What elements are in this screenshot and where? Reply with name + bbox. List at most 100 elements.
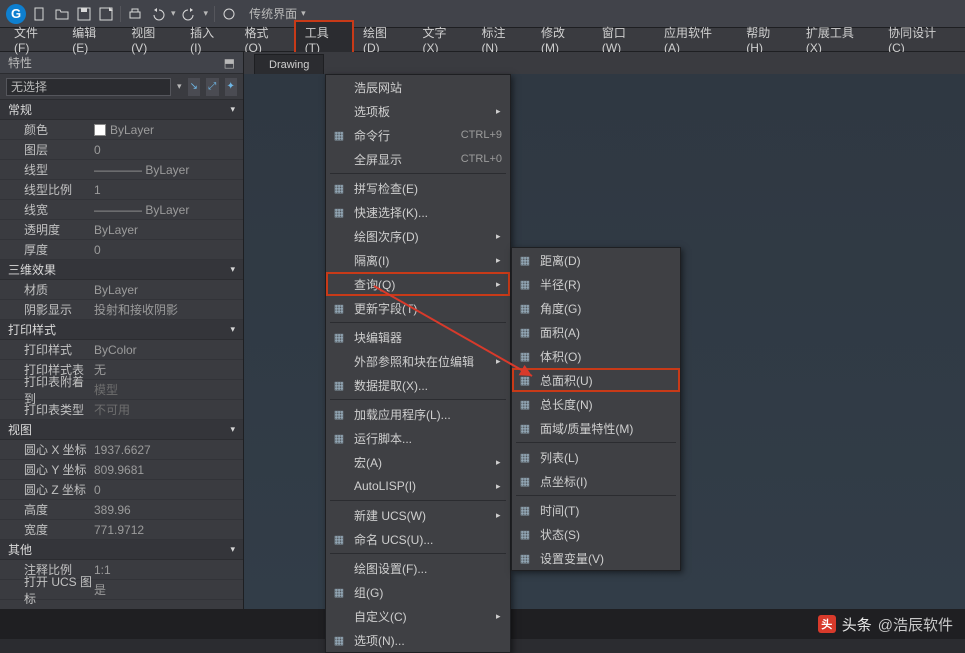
prop-row[interactable]: 打开 UCS 图标是: [0, 580, 243, 600]
prop-row[interactable]: 打印样式ByColor: [0, 340, 243, 360]
ui-style-label: 传统界面: [249, 5, 297, 22]
submenu-item-列表L[interactable]: ▦列表(L): [512, 445, 680, 469]
selection-input[interactable]: [6, 78, 171, 96]
prop-value: 0: [94, 243, 243, 257]
submenu-item-半径R[interactable]: ▦半径(R): [512, 272, 680, 296]
prop-row[interactable]: 宽度771.9712: [0, 520, 243, 540]
menu-item-新建UCSW[interactable]: 新建 UCS(W)▸: [326, 503, 510, 527]
menu-item-查询Q[interactable]: 查询(Q)▸: [326, 272, 510, 296]
submenu-item-角度G[interactable]: ▦角度(G): [512, 296, 680, 320]
menu-item-命令行[interactable]: ▦命令行CTRL+9: [326, 123, 510, 147]
prop-row[interactable]: 阴影显示投射和接收阴影: [0, 300, 243, 320]
menu-item-全屏显示[interactable]: 全屏显示CTRL+0: [326, 147, 510, 171]
tlen-icon: ▦: [512, 398, 538, 411]
section-plot[interactable]: 打印样式▾: [0, 320, 243, 340]
canvas[interactable]: 浩辰网站选项板▸▦命令行CTRL+9全屏显示CTRL+0 ▦拼写检查(E)▦快速选…: [244, 74, 965, 609]
menu-item-选项板[interactable]: 选项板▸: [326, 99, 510, 123]
undo-icon[interactable]: [149, 6, 165, 22]
print-icon[interactable]: [127, 6, 143, 22]
menu-item-更新字段T[interactable]: ▦更新字段(T): [326, 296, 510, 320]
prop-row[interactable]: 线型———— ByLayer: [0, 160, 243, 180]
prop-label: 打印样式: [0, 341, 94, 358]
saveas-icon[interactable]: [98, 6, 114, 22]
menu-item-块编辑器[interactable]: ▦块编辑器: [326, 325, 510, 349]
menu-label: 距离(D): [538, 252, 680, 269]
menu-item-绘图设置F[interactable]: 绘图设置(F)...: [326, 556, 510, 580]
menu-item-快速选择K[interactable]: ▦快速选择(K)...: [326, 200, 510, 224]
menu-label: 自定义(C): [352, 608, 496, 625]
menu-label: 新建 UCS(W): [352, 507, 496, 524]
submenu-item-设置变量V[interactable]: ▦设置变量(V): [512, 546, 680, 570]
submenu-item-体积O[interactable]: ▦体积(O): [512, 344, 680, 368]
submenu-item-状态S[interactable]: ▦状态(S): [512, 522, 680, 546]
select-icon[interactable]: ⤢: [206, 78, 218, 96]
filter-icon[interactable]: ↘: [188, 78, 200, 96]
menu-separator: [330, 173, 506, 174]
menu-item-组G[interactable]: ▦组(G): [326, 580, 510, 604]
menu-separator: [330, 322, 506, 323]
save-icon[interactable]: [76, 6, 92, 22]
prop-row[interactable]: 圆心 Z 坐标0: [0, 480, 243, 500]
prop-row[interactable]: 圆心 Y 坐标809.9681: [0, 460, 243, 480]
menu-item-隔离I[interactable]: 隔离(I)▸: [326, 248, 510, 272]
prop-row[interactable]: 图层0: [0, 140, 243, 160]
menu-文件[interactable]: 文件(F): [4, 21, 62, 58]
prop-row[interactable]: 材质ByLayer: [0, 280, 243, 300]
menu-item-数据提取X[interactable]: ▦数据提取(X)...: [326, 373, 510, 397]
highlight-icon[interactable]: ✦: [225, 78, 237, 96]
menu-item-绘图次序D[interactable]: 绘图次序(D)▸: [326, 224, 510, 248]
menu-插入[interactable]: 插入(I): [180, 21, 234, 58]
submenu-item-面域质量特性M[interactable]: ▦面域/质量特性(M): [512, 416, 680, 440]
menu-item-外部参照和块在位编辑[interactable]: 外部参照和块在位编辑▸: [326, 349, 510, 373]
prop-row[interactable]: 圆心 X 坐标1937.6627: [0, 440, 243, 460]
ui-style-selector[interactable]: 传统界面 ▾: [243, 5, 312, 22]
submenu-item-总面积U[interactable]: ▦总面积(U): [512, 368, 680, 392]
menu-item-加载应用程序L[interactable]: ▦加载应用程序(L)...: [326, 402, 510, 426]
menu-label: 半径(R): [538, 276, 680, 293]
menu-item-自定义C[interactable]: 自定义(C)▸: [326, 604, 510, 628]
menu-item-拼写检查E[interactable]: ▦拼写检查(E): [326, 176, 510, 200]
section-view[interactable]: 视图▾: [0, 420, 243, 440]
prop-row[interactable]: 透明度ByLayer: [0, 220, 243, 240]
prop-row[interactable]: 打印表类型不可用: [0, 400, 243, 420]
submenu-arrow-icon: ▸: [496, 481, 510, 492]
submenu-item-点坐标I[interactable]: ▦点坐标(I): [512, 469, 680, 493]
menu-label: 体积(O): [538, 348, 680, 365]
prop-row[interactable]: 厚度0: [0, 240, 243, 260]
chevron-down-icon[interactable]: ▾: [177, 81, 182, 92]
color-swatch: [94, 124, 106, 136]
open-icon[interactable]: [54, 6, 70, 22]
menu-item-运行脚本[interactable]: ▦运行脚本...: [326, 426, 510, 450]
submenu-item-总长度N[interactable]: ▦总长度(N): [512, 392, 680, 416]
upd-icon: ▦: [326, 302, 352, 315]
prop-row[interactable]: 颜色ByLayer: [0, 120, 243, 140]
stat-icon: ▦: [512, 528, 538, 541]
abc-icon: ▦: [326, 182, 352, 195]
section-threeD[interactable]: 三维效果▾: [0, 260, 243, 280]
section-general[interactable]: 常规▾: [0, 100, 243, 120]
skin-icon[interactable]: [221, 6, 237, 22]
menu-视图[interactable]: 视图(V): [121, 21, 180, 58]
undo-chevron[interactable]: ▾: [171, 8, 176, 19]
submenu-item-时间T[interactable]: ▦时间(T): [512, 498, 680, 522]
redo-chevron[interactable]: ▾: [204, 8, 209, 19]
prop-row[interactable]: 高度389.96: [0, 500, 243, 520]
redo-icon[interactable]: [182, 6, 198, 22]
menu-item-宏A[interactable]: 宏(A)▸: [326, 450, 510, 474]
menu-item-选项N[interactable]: ▦选项(N)...: [326, 628, 510, 652]
separator: [120, 6, 121, 22]
menu-item-浩辰网站[interactable]: 浩辰网站: [326, 75, 510, 99]
prop-row[interactable]: 线宽———— ByLayer: [0, 200, 243, 220]
new-icon[interactable]: [32, 6, 48, 22]
document-tab[interactable]: Drawing: [254, 54, 324, 74]
prop-value: 是: [94, 581, 243, 598]
submenu-item-距离D[interactable]: ▦距离(D): [512, 248, 680, 272]
prop-row[interactable]: 打印表附着到模型: [0, 380, 243, 400]
menu-item-AutoLISPI[interactable]: AutoLISP(I)▸: [326, 474, 510, 498]
submenu-item-面积A[interactable]: ▦面积(A): [512, 320, 680, 344]
menu-编辑[interactable]: 编辑(E): [62, 21, 121, 58]
prop-row[interactable]: 线型比例1: [0, 180, 243, 200]
section-other[interactable]: 其他▾: [0, 540, 243, 560]
menu-label: 命名 UCS(U)...: [352, 531, 510, 548]
menu-item-命名UCSU[interactable]: ▦命名 UCS(U)...: [326, 527, 510, 551]
